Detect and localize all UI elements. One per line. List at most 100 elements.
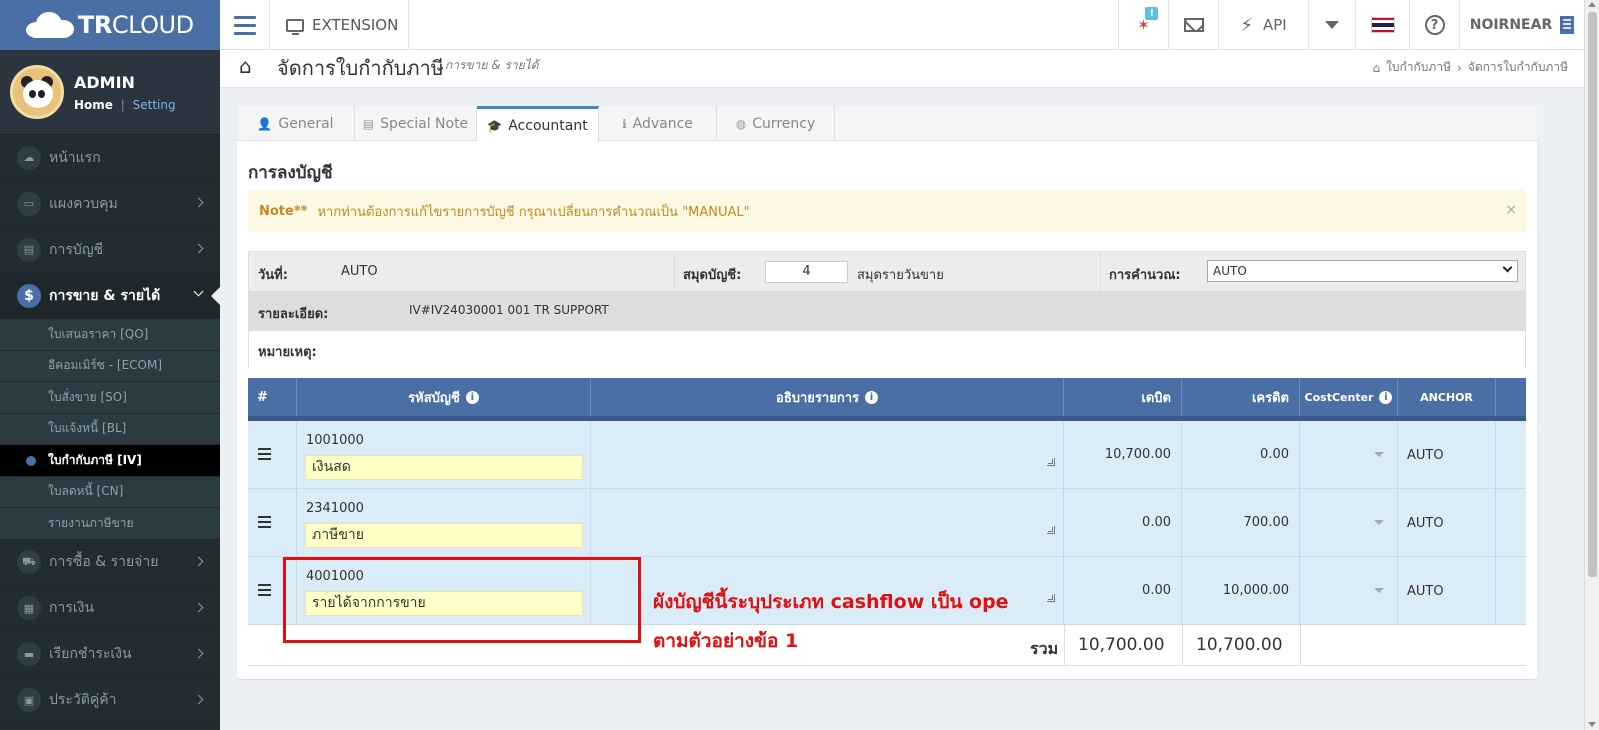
col-description-label: อธิบายรายการ <box>776 390 859 406</box>
setting-link[interactable]: Setting <box>133 98 176 112</box>
tab-general[interactable]: 👤 General <box>237 106 355 141</box>
calendar-icon: ▦ <box>17 596 41 620</box>
chevron-right-icon <box>193 694 204 704</box>
help-button[interactable]: ? <box>1409 0 1459 50</box>
submenu-item-credit-note[interactable]: ใบลดหนี้ [CN] <box>0 477 220 508</box>
info-icon: ℹ <box>622 116 627 131</box>
api-button[interactable]: ⚡ API <box>1218 0 1308 50</box>
page-subtitle: การขาย & รายได้ <box>445 58 539 72</box>
resize-handle-icon[interactable] <box>1047 594 1055 602</box>
tab-special-note[interactable]: ▤ Special Note <box>355 106 477 141</box>
costcenter-select[interactable] <box>1300 557 1398 624</box>
sidebar-item-home[interactable]: ☁ หน้าแรก <box>0 135 220 181</box>
description-textarea[interactable] <box>591 489 1064 556</box>
notifications-button[interactable]: ✶ ! <box>1118 0 1168 50</box>
drag-handle-icon[interactable] <box>258 448 271 463</box>
debit-value: 10,700.00 <box>1104 447 1171 462</box>
info-icon: i <box>1379 390 1393 404</box>
account-name-input[interactable]: ภาษีขาย <box>305 523 583 548</box>
submenu-item-quotation[interactable]: ใบเสนอราคา [QO] <box>0 319 220 351</box>
calc-label: การคำนวณ: <box>1109 268 1181 283</box>
credit-value: 0.00 <box>1260 447 1289 462</box>
anchor-value: AUTO <box>1407 448 1444 463</box>
user-menu-label: NOIRNEAR <box>1469 17 1553 33</box>
drag-handle-icon[interactable] <box>258 584 271 599</box>
tab-advance[interactable]: ℹ Advance <box>599 106 717 141</box>
api-label: API <box>1262 16 1287 34</box>
sidebar-item-payment-request[interactable]: ▬ เรียกชำระเงิน <box>0 632 220 678</box>
scroll-up-icon[interactable] <box>1588 2 1596 7</box>
top-navbar: TRCLOUD EXTENSION ✶ ! ⚡ API ? NOIRNEAR <box>0 0 1599 50</box>
submenu-item-sales-tax-report[interactable]: รายงานภาษีขาย <box>0 508 220 540</box>
sidebar-item-label: การเงิน <box>49 600 95 616</box>
building-icon <box>1560 16 1575 34</box>
sidebar-toggle-button[interactable] <box>220 0 270 50</box>
date-label: วันที่: <box>258 268 288 283</box>
note-label: หมายเหตุ: <box>258 345 317 360</box>
caret-down-icon <box>1374 520 1384 525</box>
user-panel: ADMIN Home | Setting <box>0 50 220 135</box>
alert-prefix: Note** <box>259 203 308 219</box>
breadcrumb-item[interactable]: ใบกำกับภาษี <box>1386 58 1451 77</box>
col-credit: เครดิต <box>1182 378 1300 416</box>
extension-button[interactable]: EXTENSION <box>271 0 409 50</box>
submenu-item-billing[interactable]: ใบแจ้งหนี้ [BL] <box>0 414 220 445</box>
monitor-icon <box>286 18 304 35</box>
submenu-item-ecommerce[interactable]: อีคอมเมิร์ซ - [ECOM] <box>0 351 220 382</box>
sidebar-item-finance[interactable]: ▦ การเงิน <box>0 586 220 632</box>
book-number-input[interactable]: 4 <box>765 261 848 283</box>
dropdown-button[interactable] <box>1308 0 1355 50</box>
home-icon: ⌂ <box>239 54 252 78</box>
monitor-icon: ▭ <box>17 191 41 216</box>
sidebar-item-label: หน้าแรก <box>49 149 101 166</box>
tab-currency[interactable]: ◍ Currency <box>717 106 835 141</box>
col-account-label: รหัสบัญชี <box>408 390 460 406</box>
dollar-icon: $ <box>17 283 41 308</box>
chevron-right-icon <box>193 648 204 658</box>
table-row: 2341000 ภาษีขาย 0.00 700.00 AUTO <box>248 489 1526 557</box>
total-label: รวม <box>1030 639 1059 658</box>
user-menu-button[interactable]: NOIRNEAR <box>1459 0 1584 50</box>
language-flag-button[interactable] <box>1355 0 1409 50</box>
sidebar-item-purchase[interactable]: ⛟ การซื้อ & รายจ่าย <box>0 540 220 586</box>
description-textarea[interactable] <box>591 421 1064 488</box>
tab-accountant[interactable]: 🎓 Accountant <box>477 106 599 142</box>
brand-logo[interactable]: TRCLOUD <box>0 0 220 50</box>
annotation-highlight-box <box>283 557 641 643</box>
thai-flag-icon <box>1370 17 1395 33</box>
resize-handle-icon[interactable] <box>1047 526 1055 534</box>
account-name-input[interactable]: เงินสด <box>305 455 583 480</box>
costcenter-select[interactable] <box>1300 421 1398 488</box>
cloud-logo-icon <box>26 12 74 38</box>
info-icon: i <box>864 390 878 404</box>
sidebar-item-contacts[interactable]: ▣ ประวัติคู่ค้า <box>0 678 220 724</box>
book-label: สมุดบัญชี: <box>683 268 742 283</box>
credit-value: 700.00 <box>1243 515 1290 530</box>
scroll-down-icon[interactable] <box>1588 722 1596 727</box>
costcenter-select[interactable] <box>1300 489 1398 556</box>
submenu-item-sales-order[interactable]: ใบสั่งขาย [SO] <box>0 382 220 414</box>
sidebar-item-sales[interactable]: $ การขาย & รายได้ <box>0 273 220 319</box>
messages-button[interactable] <box>1168 0 1218 50</box>
calc-mode-select[interactable]: AUTO <box>1207 260 1518 282</box>
submenu-item-tax-invoice[interactable]: ใบกำกับภาษี [IV] <box>0 445 220 477</box>
close-icon[interactable]: × <box>1505 202 1517 218</box>
avatar <box>10 65 64 119</box>
credit-value: 10,000.00 <box>1222 583 1289 598</box>
breadcrumb-home-icon[interactable]: ⌂ <box>1372 61 1380 75</box>
brand-name: TRCLOUD <box>78 11 194 39</box>
page-header: ⌂ จัดการใบกำกับภาษี การขาย & รายได้ ⌂ ใบ… <box>220 50 1584 88</box>
sidebar-item-accounting[interactable]: ▤ การบัญชี <box>0 227 220 273</box>
resize-handle-icon[interactable] <box>1047 458 1055 466</box>
page-scrollbar[interactable] <box>1584 0 1599 730</box>
scrollbar-thumb[interactable] <box>1588 12 1597 577</box>
sidebar-item-dashboard[interactable]: ▭ แผงควบคุม <box>0 181 220 227</box>
sidebar-item-label: การบัญชี <box>49 241 104 258</box>
account-code: 2341000 <box>306 501 364 516</box>
sidebar-item-label: เรียกชำระเงิน <box>49 646 132 662</box>
anchor-value: AUTO <box>1407 516 1444 531</box>
home-link[interactable]: Home <box>74 98 113 112</box>
drag-handle-icon[interactable] <box>258 516 271 531</box>
sidebar-item-label: แผงควบคุม <box>49 195 118 212</box>
account-code: 1001000 <box>306 433 364 448</box>
